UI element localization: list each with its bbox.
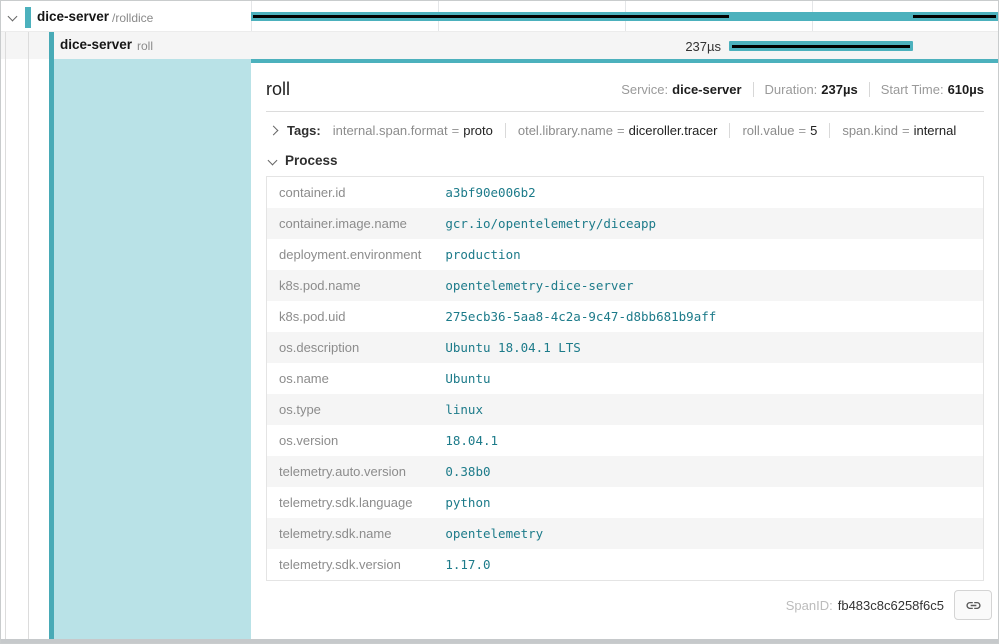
span-bar-rolldice[interactable] <box>251 12 998 21</box>
equals-sign: = <box>613 123 629 138</box>
span-service-name[interactable]: dice-server <box>37 9 109 24</box>
tag-value: 5 <box>810 123 817 138</box>
table-row: os.nameUbuntu <box>267 363 984 394</box>
equals-sign: = <box>898 123 914 138</box>
process-value: gcr.io/opentelemetry/diceapp <box>433 208 983 239</box>
equals-sign: = <box>448 123 464 138</box>
process-value: python <box>433 487 983 518</box>
table-row: telemetry.sdk.nameopentelemetry <box>267 518 984 549</box>
span-duration-label: 237µs <box>621 39 721 54</box>
tag-separator <box>729 123 730 138</box>
process-value: production <box>433 239 983 270</box>
process-value: a3bf90e006b2 <box>433 177 983 209</box>
service-label: Service: <box>621 82 668 97</box>
jaeger-trace-detail-view: dice-server /rolldice dice-server roll 2… <box>0 0 999 644</box>
overview-separator <box>869 82 870 97</box>
span-detail-panel: roll Service: dice-server Duration: 237µ… <box>252 63 998 639</box>
span-detail-footer: SpanID: fb483c8c6258f6c5 <box>266 581 992 629</box>
process-key: deployment.environment <box>267 239 434 270</box>
span-title: roll <box>266 79 290 100</box>
process-key: k8s.pod.name <box>267 270 434 301</box>
process-value: 18.04.1 <box>433 425 983 456</box>
table-row: telemetry.auto.version0.38b0 <box>267 456 984 487</box>
span-bar-segment <box>732 45 910 48</box>
tag-key: internal.span.format <box>333 123 448 138</box>
process-key: telemetry.sdk.version <box>267 549 434 581</box>
process-value: opentelemetry <box>433 518 983 549</box>
span-bar-roll[interactable] <box>729 41 913 51</box>
tag-key: otel.library.name <box>518 123 613 138</box>
span-operation-name[interactable]: roll <box>137 39 153 53</box>
process-key: telemetry.sdk.name <box>267 518 434 549</box>
tag-item: roll.value=5 <box>742 123 817 138</box>
copy-span-link-button[interactable] <box>954 590 992 620</box>
process-value: 0.38b0 <box>433 456 983 487</box>
process-value: Ubuntu <box>433 363 983 394</box>
process-label: Process <box>285 153 338 168</box>
tag-item: internal.span.format=proto <box>333 123 493 138</box>
tag-key: span.kind <box>842 123 898 138</box>
overview-separator <box>753 82 754 97</box>
chevron-right-icon <box>269 126 279 136</box>
tag-separator <box>505 123 506 138</box>
span-bar-segment <box>253 15 729 18</box>
process-key-value-table: container.ida3bf90e006b2 container.image… <box>266 176 984 581</box>
process-key: telemetry.auto.version <box>267 456 434 487</box>
selected-span-rail <box>54 59 251 639</box>
link-icon <box>965 597 982 614</box>
tree-guide-line <box>28 32 29 639</box>
process-section-toggle[interactable]: Process <box>266 145 984 176</box>
tag-value: proto <box>463 123 493 138</box>
span-detail-header: roll Service: dice-server Duration: 237µ… <box>266 63 984 111</box>
span-color-stripe <box>25 7 31 28</box>
tags-section-toggle[interactable]: Tags: internal.span.format=proto otel.li… <box>266 112 984 145</box>
span-operation-name[interactable]: /rolldice <box>112 11 153 25</box>
start-time-value: 610µs <box>948 82 984 97</box>
process-key: telemetry.sdk.language <box>267 487 434 518</box>
tag-item: span.kind=internal <box>842 123 956 138</box>
process-key: k8s.pod.uid <box>267 301 434 332</box>
table-row: deployment.environmentproduction <box>267 239 984 270</box>
tag-value: diceroller.tracer <box>629 123 718 138</box>
table-row: telemetry.sdk.languagepython <box>267 487 984 518</box>
process-value: linux <box>433 394 983 425</box>
process-key: os.version <box>267 425 434 456</box>
span-overview: Service: dice-server Duration: 237µs Sta… <box>621 82 984 97</box>
process-key: container.image.name <box>267 208 434 239</box>
bottom-scrollbar[interactable] <box>1 639 998 644</box>
span-id-value: fb483c8c6258f6c5 <box>838 598 944 613</box>
tag-separator <box>829 123 830 138</box>
tag-value: internal <box>914 123 957 138</box>
tag-item: otel.library.name=diceroller.tracer <box>518 123 718 138</box>
span-service-name[interactable]: dice-server <box>60 37 132 52</box>
chevron-down-icon[interactable] <box>8 12 18 22</box>
start-time-label: Start Time: <box>881 82 944 97</box>
process-value: 275ecb36-5aa8-4c2a-9c47-d8bb681b9aff <box>433 301 983 332</box>
table-row: k8s.pod.nameopentelemetry-dice-server <box>267 270 984 301</box>
process-value: 1.17.0 <box>433 549 983 581</box>
equals-sign: = <box>795 123 811 138</box>
duration-label: Duration: <box>765 82 818 97</box>
table-row: telemetry.sdk.version1.17.0 <box>267 549 984 581</box>
process-key: os.description <box>267 332 434 363</box>
chevron-down-icon <box>268 156 278 166</box>
table-row: k8s.pod.uid275ecb36-5aa8-4c2a-9c47-d8bb6… <box>267 301 984 332</box>
table-row: container.ida3bf90e006b2 <box>267 177 984 209</box>
tag-key: roll.value <box>742 123 794 138</box>
tree-guide-line <box>5 32 6 639</box>
table-row: os.version18.04.1 <box>267 425 984 456</box>
tags-label: Tags: <box>287 123 321 138</box>
process-value: opentelemetry-dice-server <box>433 270 983 301</box>
process-key: os.name <box>267 363 434 394</box>
duration-value: 237µs <box>821 82 857 97</box>
service-value: dice-server <box>672 82 741 97</box>
table-row: os.typelinux <box>267 394 984 425</box>
process-value: Ubuntu 18.04.1 LTS <box>433 332 983 363</box>
span-id-label: SpanID: <box>786 598 833 613</box>
process-key: os.type <box>267 394 434 425</box>
table-row: container.image.namegcr.io/opentelemetry… <box>267 208 984 239</box>
process-key: container.id <box>267 177 434 209</box>
table-row: os.descriptionUbuntu 18.04.1 LTS <box>267 332 984 363</box>
span-bar-segment <box>913 15 996 18</box>
